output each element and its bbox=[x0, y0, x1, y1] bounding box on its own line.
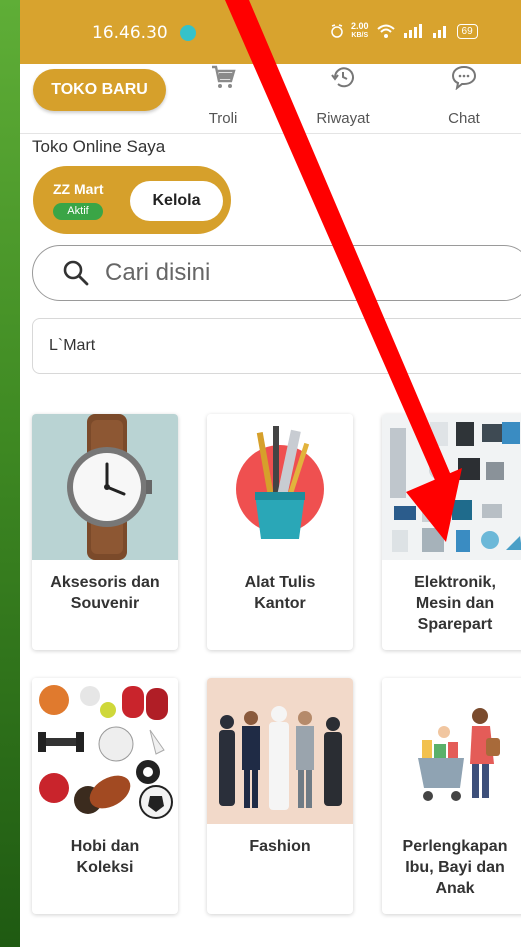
category-name: Perlengkapan Ibu, Bayi dan Anak bbox=[402, 838, 508, 897]
network-speed-value: 2.00 bbox=[351, 21, 369, 31]
history-icon bbox=[331, 67, 354, 88]
nav-cart-label: Troli bbox=[208, 110, 238, 127]
signal-icon-2 bbox=[432, 26, 446, 38]
network-speed: 2.00 KB/S bbox=[351, 21, 369, 41]
category-name: Elektronik, Mesin dan Sparepart bbox=[414, 574, 496, 633]
mother-baby-image bbox=[382, 678, 521, 824]
category-card-accessories[interactable]: Aksesoris dan Souvenir bbox=[32, 414, 178, 650]
location-value: L`Mart bbox=[49, 337, 96, 354]
sports-image bbox=[32, 678, 178, 824]
nav-history-label: Riwayat bbox=[316, 110, 370, 127]
watch-image bbox=[32, 414, 178, 560]
chat-icon bbox=[451, 65, 477, 90]
category-name: Hobi dan Koleksi bbox=[70, 838, 140, 876]
status-badge: Aktif bbox=[53, 203, 103, 220]
phone-screen: 16.46.30 2.00 KB/S 69 TOKO BARU Troli Ri… bbox=[20, 0, 521, 947]
wifi-icon bbox=[376, 24, 395, 38]
location-selector[interactable]: L`Mart bbox=[32, 318, 521, 374]
category-card-fashion[interactable]: Fashion bbox=[207, 678, 353, 914]
fashion-image bbox=[207, 678, 353, 824]
my-store-label: Toko Online Saya bbox=[32, 137, 166, 156]
category-name: Aksesoris dan Souvenir bbox=[50, 574, 160, 612]
category-card-electronics[interactable]: Elektronik, Mesin dan Sparepart bbox=[382, 414, 521, 650]
category-name: Fashion bbox=[249, 838, 311, 855]
new-store-button[interactable]: TOKO BARU bbox=[33, 69, 166, 111]
category-card-mother-baby[interactable]: Perlengkapan Ibu, Bayi dan Anak bbox=[382, 678, 521, 914]
nav-chat-label: Chat bbox=[448, 110, 480, 127]
battery-icon: 69 bbox=[456, 23, 478, 39]
category-card-hobbies[interactable]: Hobi dan Koleksi bbox=[32, 678, 178, 914]
notification-icon bbox=[180, 25, 196, 41]
store-card[interactable]: ZZ Mart Aktif Kelola bbox=[33, 166, 231, 234]
manage-store-button[interactable]: Kelola bbox=[130, 181, 223, 221]
app-header: TOKO BARU Troli Riwayat Chat bbox=[20, 64, 521, 134]
search-icon bbox=[63, 260, 89, 286]
store-name: ZZ Mart bbox=[53, 181, 104, 197]
search-bar[interactable] bbox=[32, 245, 521, 301]
status-bar: 16.46.30 2.00 KB/S 69 bbox=[20, 0, 521, 64]
search-input[interactable] bbox=[105, 252, 505, 294]
signal-icon bbox=[403, 24, 422, 38]
nav-history[interactable]: Riwayat bbox=[298, 64, 388, 130]
nav-cart[interactable]: Troli bbox=[178, 64, 268, 130]
nav-chat[interactable]: Chat bbox=[419, 64, 509, 130]
category-name: Alat Tulis Kantor bbox=[244, 574, 316, 612]
stationery-image bbox=[207, 414, 353, 560]
network-speed-unit: KB/S bbox=[351, 32, 369, 39]
electronics-image bbox=[382, 414, 521, 560]
category-card-stationery[interactable]: Alat Tulis Kantor bbox=[207, 414, 353, 650]
cart-icon bbox=[212, 65, 236, 88]
status-indicators: 2.00 KB/S 69 bbox=[330, 18, 510, 44]
alarm-icon bbox=[331, 24, 343, 38]
status-time: 16.46.30 bbox=[92, 23, 168, 43]
